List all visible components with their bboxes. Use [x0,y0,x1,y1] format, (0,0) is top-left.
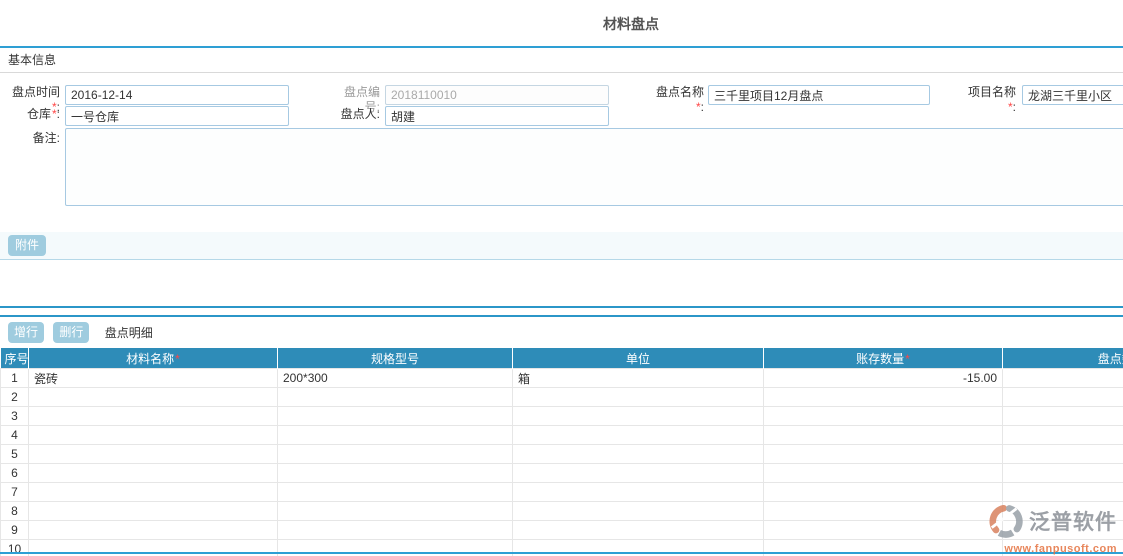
row-number-cell: 5 [1,445,29,464]
cell-spec[interactable] [278,426,513,445]
cell-book_qty[interactable] [764,521,1003,540]
col-header-material: 材料名称* [29,348,278,369]
detail-toolbar: 增行 删行 盘点明细 [0,317,1123,347]
vendor-url: www.fanpusoft.com [985,543,1117,556]
cell-spec[interactable] [278,483,513,502]
cell-book_qty[interactable] [764,464,1003,483]
detail-card: 增行 删行 盘点明细 序号材料名称*规格型号单位账存数量*盘点数量 1瓷砖200… [0,315,1123,556]
cell-material[interactable] [29,388,278,407]
table-row: 6 [1,464,1123,483]
cell-count_qty[interactable] [1003,426,1123,445]
col-header-spec: 规格型号 [278,348,513,369]
cell-count_qty[interactable] [1003,464,1123,483]
cell-spec[interactable] [278,502,513,521]
cell-book_qty[interactable] [764,407,1003,426]
cell-material[interactable] [29,407,278,426]
cell-material[interactable] [29,464,278,483]
remark-textarea[interactable] [65,128,1123,206]
material-inventory-page: 材料盘点 基本信息 盘点时间*: 盘点编号: 盘点名称*: 项目名称*: 仓库*… [0,0,1123,556]
cell-count_qty[interactable] [1003,369,1123,388]
row-number-cell: 8 [1,502,29,521]
warehouse-label: 仓库*: [6,107,60,122]
cell-unit[interactable] [513,445,764,464]
cell-book_qty[interactable] [764,502,1003,521]
inventory-name-input[interactable] [708,85,930,105]
cell-spec[interactable] [278,445,513,464]
cell-count_qty[interactable] [1003,483,1123,502]
cell-unit[interactable] [513,483,764,502]
row-number-cell: 3 [1,407,29,426]
col-header-count_qty: 盘点数量 [1003,348,1123,369]
table-row: 2 [1,388,1123,407]
table-row: 3 [1,407,1123,426]
cell-spec[interactable]: 200*300 [278,369,513,388]
detail-table: 序号材料名称*规格型号单位账存数量*盘点数量 1瓷砖200*300箱-15.00… [0,348,1123,556]
cell-count_qty[interactable] [1003,445,1123,464]
basic-info-card: 基本信息 盘点时间*: 盘点编号: 盘点名称*: 项目名称*: 仓库*: 盘点人… [0,46,1123,308]
vendor-name: 泛普软件 [1029,512,1117,534]
project-name-label: 项目名称*: [962,85,1016,115]
project-name-input[interactable] [1022,85,1123,105]
table-row: 5 [1,445,1123,464]
warehouse-input[interactable] [65,106,289,126]
inventory-name-label: 盘点名称*: [650,85,704,115]
cell-unit[interactable] [513,521,764,540]
cell-material[interactable] [29,521,278,540]
cell-spec[interactable] [278,521,513,540]
page-title: 材料盘点 [0,14,1123,34]
add-row-button[interactable]: 增行 [8,322,44,343]
detail-section-title: 盘点明细 [105,326,153,340]
table-row: 1瓷砖200*300箱-15.00 [1,369,1123,388]
row-number-cell: 9 [1,521,29,540]
detail-table-header: 序号材料名称*规格型号单位账存数量*盘点数量 [1,348,1123,369]
cell-unit[interactable] [513,388,764,407]
counter-label: 盘点人: [336,107,380,122]
inventory-no-input [385,85,609,105]
cell-unit[interactable]: 箱 [513,369,764,388]
cell-count_qty[interactable] [1003,407,1123,426]
basic-info-section-title: 基本信息 [0,48,1123,73]
row-number-cell: 7 [1,483,29,502]
cell-unit[interactable] [513,464,764,483]
cell-spec[interactable] [278,407,513,426]
counter-input[interactable] [385,106,609,126]
row-number-cell: 1 [1,369,29,388]
cell-book_qty[interactable] [764,388,1003,407]
attachment-bar: 附件 [0,232,1123,260]
remark-label: 备注: [6,131,60,146]
cell-spec[interactable] [278,464,513,483]
cell-material[interactable] [29,426,278,445]
table-row: 9 [1,521,1123,540]
cell-book_qty[interactable] [764,426,1003,445]
inventory-date-input[interactable] [65,85,289,105]
row-number-cell: 6 [1,464,29,483]
delete-row-button[interactable]: 删行 [53,322,89,343]
row-number-cell: 4 [1,426,29,445]
col-header-book_qty: 账存数量* [764,348,1003,369]
table-row: 7 [1,483,1123,502]
col-header-no: 序号 [1,348,29,369]
cell-material[interactable] [29,445,278,464]
cell-unit[interactable] [513,407,764,426]
vendor-logo-icon [987,502,1025,543]
attachment-button[interactable]: 附件 [8,235,46,256]
bottom-divider [0,552,1123,554]
cell-book_qty[interactable]: -15.00 [764,369,1003,388]
cell-material[interactable] [29,483,278,502]
table-row: 8 [1,502,1123,521]
cell-unit[interactable] [513,502,764,521]
row-number-cell: 2 [1,388,29,407]
cell-book_qty[interactable] [764,483,1003,502]
cell-unit[interactable] [513,426,764,445]
vendor-watermark: 泛普软件 www.fanpusoft.com [985,502,1117,556]
table-row: 4 [1,426,1123,445]
col-header-unit: 单位 [513,348,764,369]
cell-spec[interactable] [278,388,513,407]
cell-material[interactable] [29,502,278,521]
cell-book_qty[interactable] [764,445,1003,464]
cell-material[interactable]: 瓷砖 [29,369,278,388]
cell-count_qty[interactable] [1003,388,1123,407]
